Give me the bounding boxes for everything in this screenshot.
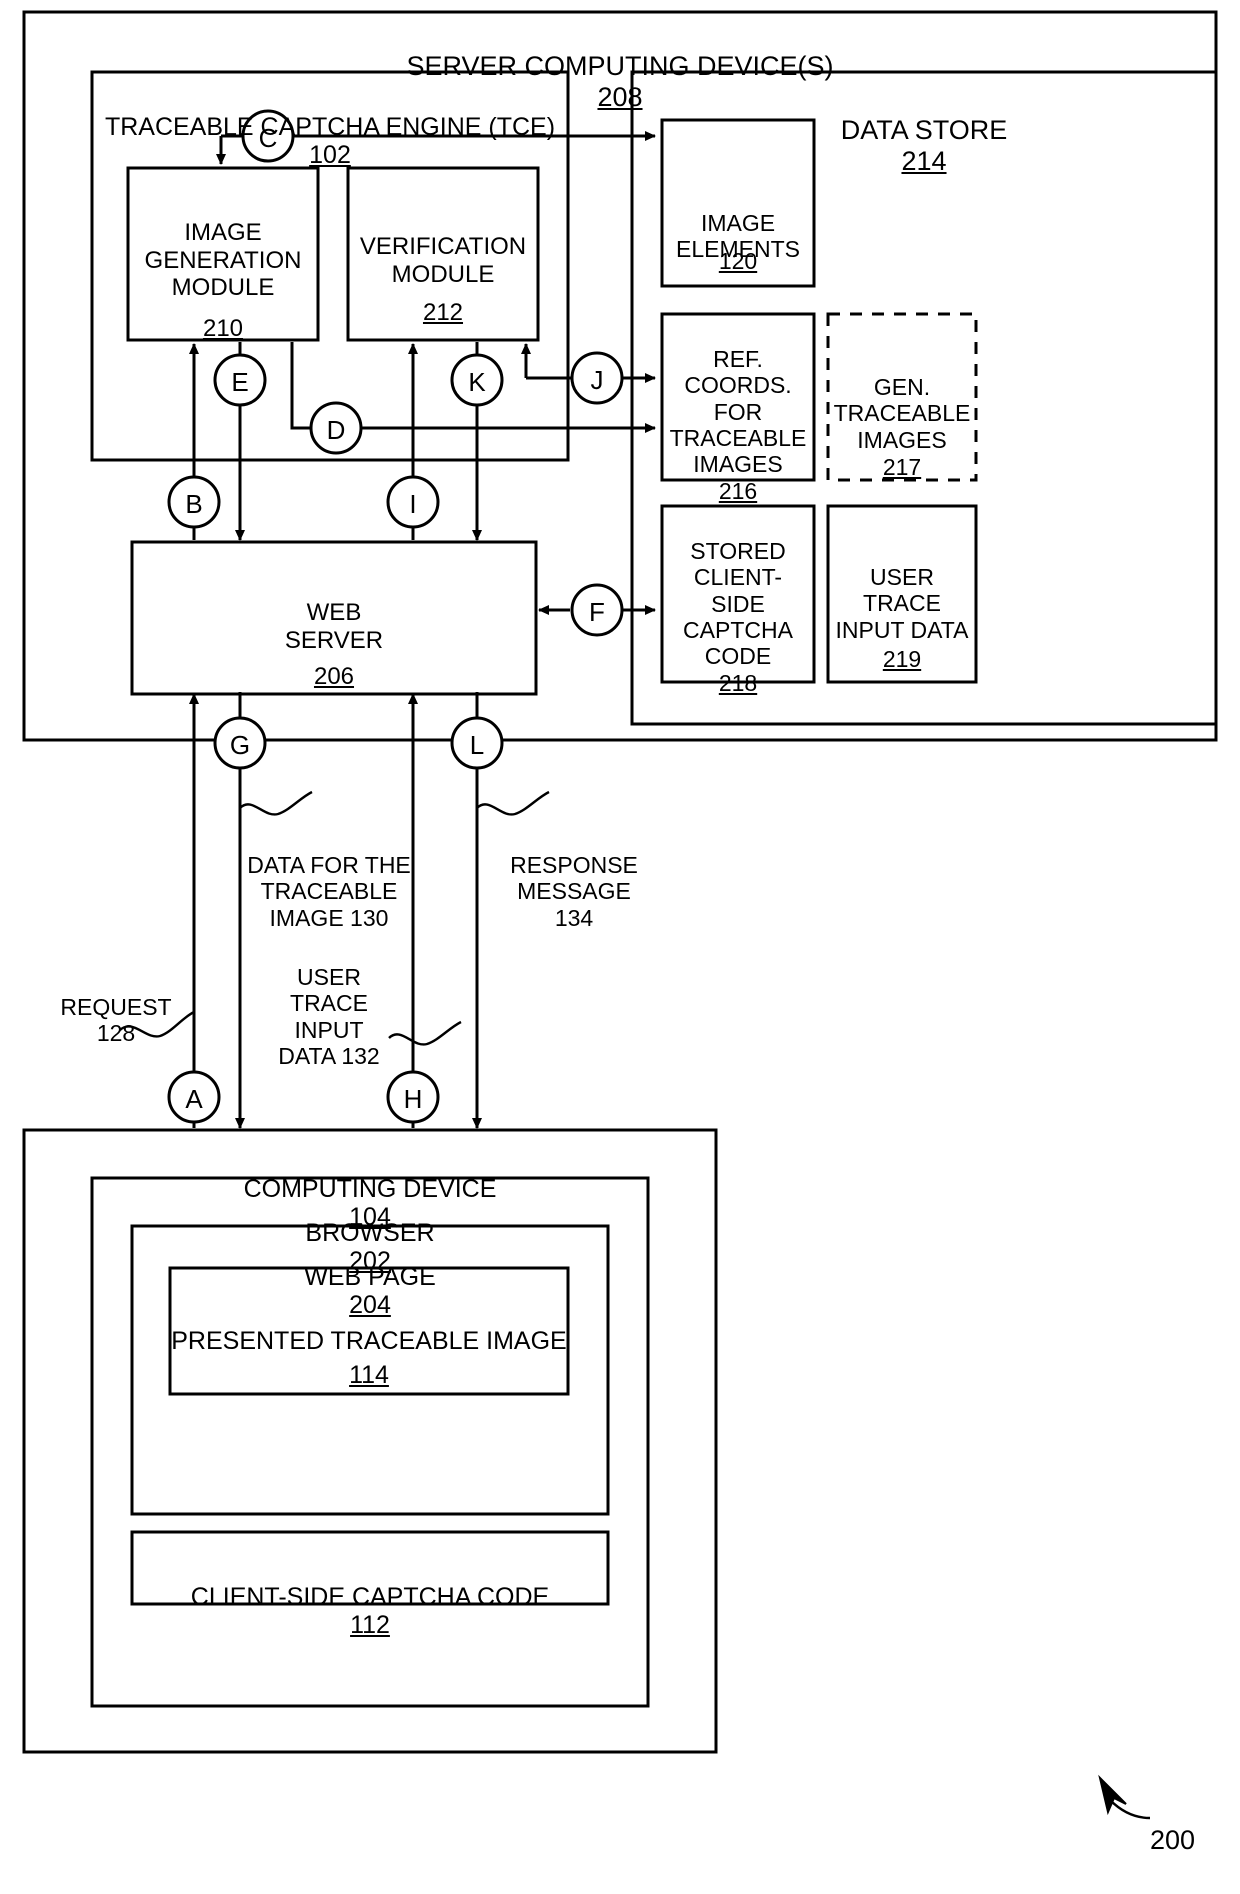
flow-label-response-message: RESPONSE MESSAGE 134 <box>510 852 638 931</box>
connector-label-c: C <box>258 123 278 153</box>
stored-client-side-code-ref: 218 <box>718 670 758 697</box>
connector-label-i: I <box>409 489 417 519</box>
flow-label-request: REQUEST 128 <box>60 994 172 1047</box>
tce-title: TRACEABLE CAPTCHA ENGINE (TCE) 102 <box>92 84 568 170</box>
connector-label-g: G <box>229 730 251 760</box>
connector-label-h: H <box>403 1084 423 1114</box>
image-generation-module-ref: 210 <box>202 315 244 343</box>
connector-label-j: J <box>590 365 604 395</box>
connector-label-k: K <box>468 367 486 397</box>
image-generation-module-label: IMAGE GENERATION MODULE <box>128 192 318 301</box>
connector-label-b: B <box>185 489 203 519</box>
tce-title-text: TRACEABLE CAPTCHA ENGINE (TCE) <box>104 112 556 141</box>
leader-data-for-traceable-image <box>239 790 313 816</box>
leader-response-message <box>476 790 550 816</box>
connector-label-d: D <box>326 415 346 445</box>
ref-coords-ref: 216 <box>718 478 758 505</box>
data-store-title: DATA STORE 214 <box>632 84 1216 176</box>
gen-traceable-images-ref: 217 <box>882 454 922 481</box>
connector-label-a: A <box>185 1084 203 1114</box>
tce-title-ref: 102 <box>309 141 351 169</box>
verification-module-ref: 212 <box>422 299 464 327</box>
presented-traceable-image-ref: 114 <box>349 1360 389 1389</box>
client-side-captcha-code-text: CLIENT-SIDE CAPTCHA CODE <box>190 1582 550 1611</box>
web-server-ref: 206 <box>313 663 355 691</box>
connector-label-f: F <box>589 597 605 627</box>
server-title-text: SERVER COMPUTING DEVICE(S) <box>406 50 834 81</box>
leader-figure-number <box>1109 1799 1151 1820</box>
image-elements-ref: 120 <box>718 248 758 275</box>
flow-d-from-module <box>290 342 312 430</box>
figure-number: 200 <box>1150 1824 1196 1855</box>
client-side-captcha-code-label: CLIENT-SIDE CAPTCHA CODE 112 <box>132 1554 608 1640</box>
web-page-text: WEB PAGE <box>304 1262 436 1291</box>
flow-label-data-for-traceable-image: DATA FOR THE TRACEABLE IMAGE 130 <box>247 852 411 931</box>
patent-figure: SERVER COMPUTING DEVICE(S) 208 TRACEABLE… <box>0 0 1240 1894</box>
flow-label-user-trace-input-data: USER TRACE INPUT DATA 132 <box>278 964 380 1069</box>
client-side-captcha-code-ref: 112 <box>350 1611 390 1639</box>
figure-number-pointer <box>1098 1774 1127 1816</box>
data-store-title-text: DATA STORE <box>840 114 1008 145</box>
user-trace-input-data-ref: 219 <box>882 646 922 673</box>
connector-label-e: E <box>231 367 249 397</box>
connector-label-l: L <box>469 730 485 760</box>
data-store-title-ref: 214 <box>901 145 947 176</box>
